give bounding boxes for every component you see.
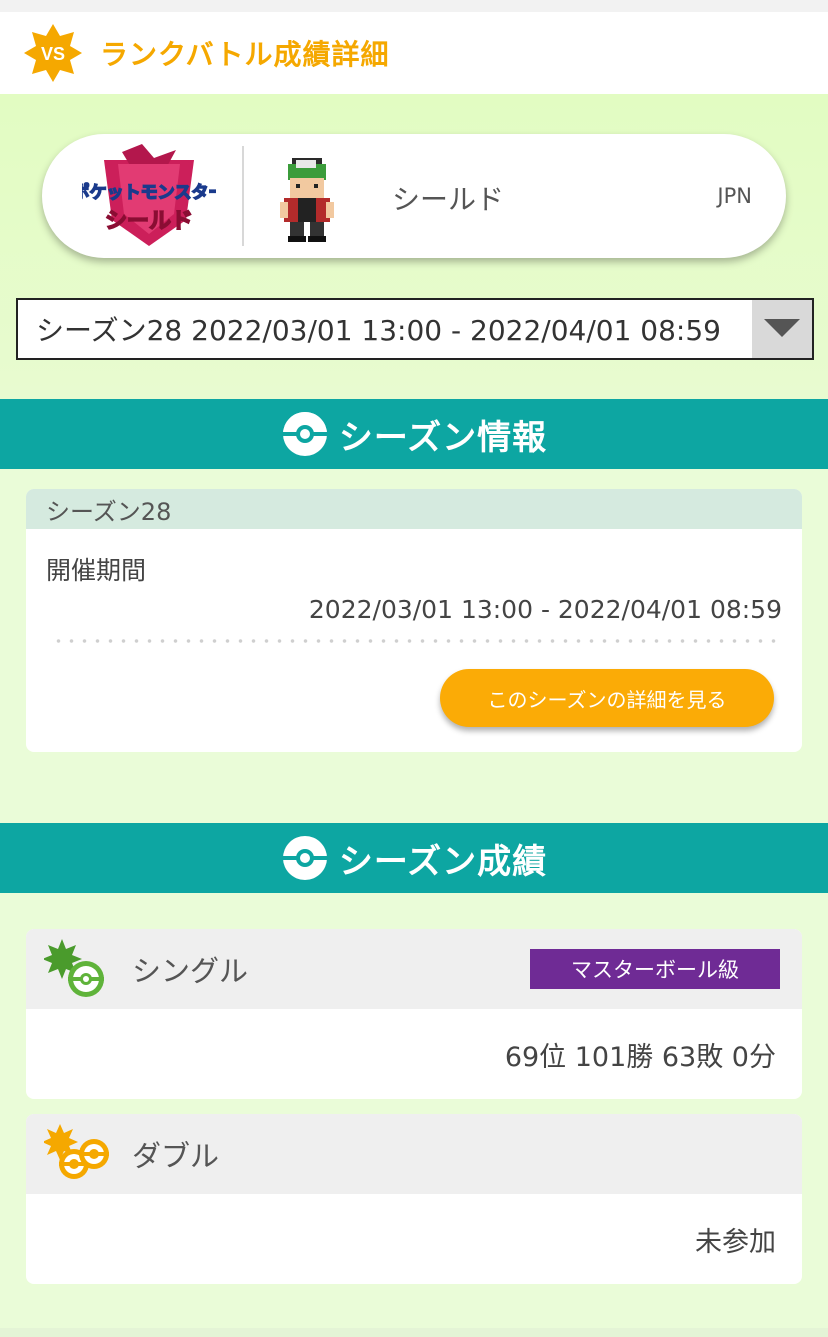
dropdown-arrow-icon[interactable] [752,300,812,358]
pokeball-icon [282,412,327,456]
season-info-card: シーズン28 開催期間 2022/03/01 13:00 - 2022/04/0… [26,489,802,752]
double-battle-result: 未参加 [695,1226,776,1258]
trainer-avatar-icon [274,148,340,244]
bottom-strip [0,1328,828,1337]
season-results-header: シーズン成績 [0,823,828,893]
single-battle-result: 69位 101勝 63敗 0分 [504,1041,776,1073]
logo-text-line2: シールド [105,208,193,233]
double-battle-header: ダブル [26,1114,802,1194]
top-strip [0,0,828,12]
vs-badge-icon: VS [22,22,84,84]
game-name: シールド [392,183,505,216]
season-info-title: シーズン情報 [338,417,548,458]
card-divider [242,146,244,246]
season-results-area: シングル マスターボール級 69位 101勝 63敗 0分 ダブル 未参加 [0,893,828,1337]
dotted-divider [52,639,776,643]
season-info-header: シーズン情報 [0,399,828,469]
rank-badge: マスターボール級 [530,949,780,989]
page-header: VS ランクバトル成績詳細 [0,12,828,94]
hero-area: ポケットモンスター シールド シールド [0,94,828,399]
season-select-value: シーズン28 2022/03/01 13:00 - 2022/04/01 08:… [36,314,721,347]
season-info-area: シーズン28 開催期間 2022/03/01 13:00 - 2022/04/0… [0,469,828,783]
single-battle-card[interactable]: シングル マスターボール級 69位 101勝 63敗 0分 [26,929,802,1099]
period-label: 開催期間 [46,556,147,585]
double-battle-icon [42,1122,116,1186]
gap-strip [0,783,828,823]
double-battle-name: ダブル [132,1139,220,1173]
page-title: ランクバトル成績詳細 [100,38,390,71]
pokemon-shield-logo-icon: ポケットモンスター シールド [72,142,226,250]
double-battle-card[interactable]: ダブル 未参加 [26,1114,802,1284]
vs-badge-text: VS [41,44,65,64]
single-battle-name: シングル [132,954,249,988]
season-results-title: シーズン成績 [338,841,548,882]
pokeball-icon [282,836,327,880]
season-detail-button[interactable]: このシーズンの詳細を見る [440,669,774,727]
logo-text-line1: ポケットモンスター [82,182,216,202]
single-battle-icon [42,937,116,1001]
single-battle-header: シングル マスターボール級 [26,929,802,1009]
region-label: JPN [717,184,752,208]
period-value: 2022/03/01 13:00 - 2022/04/01 08:59 [308,595,782,624]
season-card-title: シーズン28 [26,489,802,529]
season-select[interactable]: シーズン28 2022/03/01 13:00 - 2022/04/01 08:… [16,298,814,360]
profile-card[interactable]: ポケットモンスター シールド シールド [42,134,786,258]
